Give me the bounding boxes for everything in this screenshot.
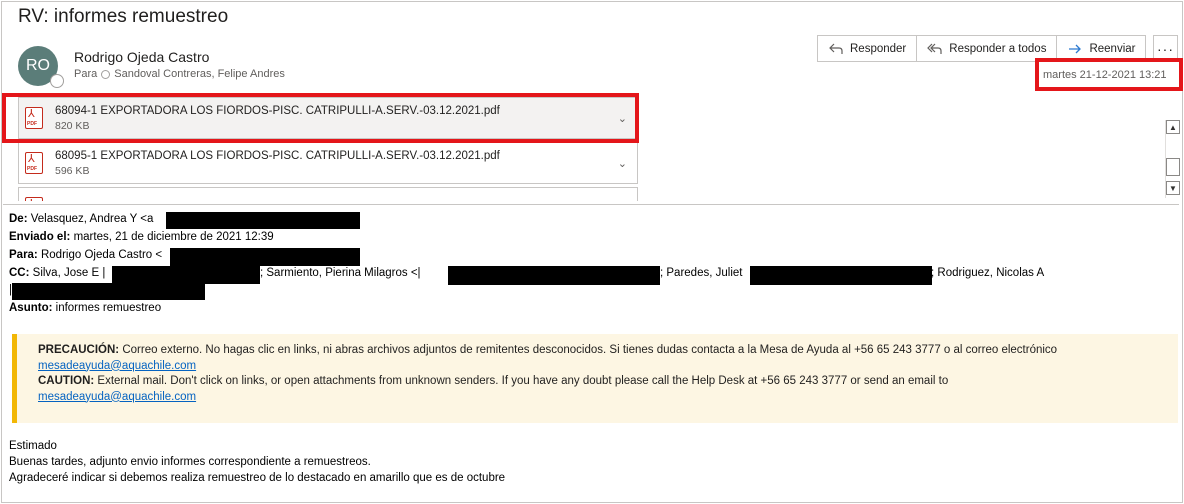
subject-label: Asunto:: [9, 302, 53, 314]
caution-label: CAUTION:: [38, 375, 95, 387]
presence-icon: [101, 69, 111, 79]
redaction: [112, 266, 260, 284]
message-body: Estimado Buenas tardes, adjunto envio in…: [9, 438, 505, 486]
caution-text: External mail. Don't click on links, or …: [94, 375, 949, 387]
chevron-down-icon[interactable]: ⌄: [618, 157, 627, 170]
reply-label: Responder: [850, 42, 907, 55]
pdf-icon: ⅄PDF: [25, 197, 43, 201]
pdf-icon: ⅄PDF: [25, 152, 43, 174]
to-label: Para: [74, 68, 98, 80]
scroll-thumb[interactable]: [1166, 158, 1180, 176]
from-value: Velasquez, Andrea Y <a: [30, 213, 154, 225]
cc-part3: ; Paredes, Juliet: [660, 267, 743, 279]
attachment-size: 596 KB: [55, 164, 90, 177]
scroll-down-icon[interactable]: ▼: [1166, 181, 1180, 195]
highlight-box-attachment: [2, 93, 639, 143]
redaction: [12, 283, 205, 300]
attachment-item[interactable]: ⅄ PDF 68095-1 EXPORTADORA LOS FIORDOS-PIS…: [18, 142, 638, 184]
attachment-item[interactable]: ⅄PDF: [18, 187, 638, 201]
reply-all-icon: [927, 43, 942, 54]
precaucion-label: PRECAUCIÓN:: [38, 344, 120, 356]
presence-icon: [50, 74, 64, 88]
reply-all-label: Responder a todos: [949, 42, 1047, 55]
forward-sent: Enviado el: martes, 21 de diciembre de 2…: [9, 231, 274, 243]
redaction: [170, 248, 360, 266]
recipient-name[interactable]: Sandoval Contreras, Felipe Andres: [114, 68, 285, 80]
forward-to: Para: Rodrigo Ojeda Castro <: [9, 249, 162, 261]
redaction: [750, 266, 932, 285]
divider: [3, 204, 1179, 205]
forward-subject: Asunto: informes remuestreo: [9, 302, 161, 314]
forward-icon: [1069, 44, 1082, 53]
body-line: Buenas tardes, adjunto envio informes co…: [9, 456, 371, 468]
helpdesk-link[interactable]: mesadeayuda@aquachile.com: [38, 360, 196, 372]
sender-name[interactable]: Rodrigo Ojeda Castro: [74, 49, 209, 65]
helpdesk-link[interactable]: mesadeayuda@aquachile.com: [38, 391, 196, 403]
reply-icon: [829, 43, 843, 54]
attachment-name: 68095-1 EXPORTADORA LOS FIORDOS-PISC. CA…: [55, 149, 500, 162]
reply-button[interactable]: Responder: [818, 36, 918, 61]
to-label: Para:: [9, 249, 38, 261]
cc-label: CC:: [9, 267, 30, 279]
redaction: [166, 212, 360, 229]
highlight-box-date: [1035, 58, 1183, 91]
message-subject: RV: informes remuestreo: [18, 6, 229, 27]
body-line: Estimado: [9, 440, 57, 452]
cc-part4: ; Rodriguez, Nicolas A: [931, 267, 1045, 279]
forward-from: De: Velasquez, Andrea Y <a: [9, 213, 153, 225]
sent-value: martes, 21 de diciembre de 2021 12:39: [73, 231, 274, 243]
from-label: De:: [9, 213, 28, 225]
external-mail-warning: PRECAUCIÓN: Correo externo. No hagas cli…: [12, 334, 1178, 423]
avatar-initials: RO: [26, 57, 50, 74]
body-line: Agradeceré indicar si debemos realiza re…: [9, 472, 506, 484]
cc-part2: ; Sarmiento, Pierina Milagros <|: [260, 267, 421, 279]
scroll-up-icon[interactable]: ▲: [1166, 120, 1180, 134]
cc-part1: Silva, Jose E |: [32, 267, 106, 279]
to-value: Rodrigo Ojeda Castro <: [40, 249, 163, 261]
redaction: [448, 266, 660, 285]
subject-value: informes remuestreo: [55, 302, 162, 314]
precaucion-text: Correo externo. No hagas clic en links, …: [119, 344, 1058, 356]
recipient-line: Para Sandoval Contreras, Felipe Andres: [74, 68, 285, 80]
sent-label: Enviado el:: [9, 231, 71, 243]
forward-label: Reenviar: [1089, 42, 1136, 55]
